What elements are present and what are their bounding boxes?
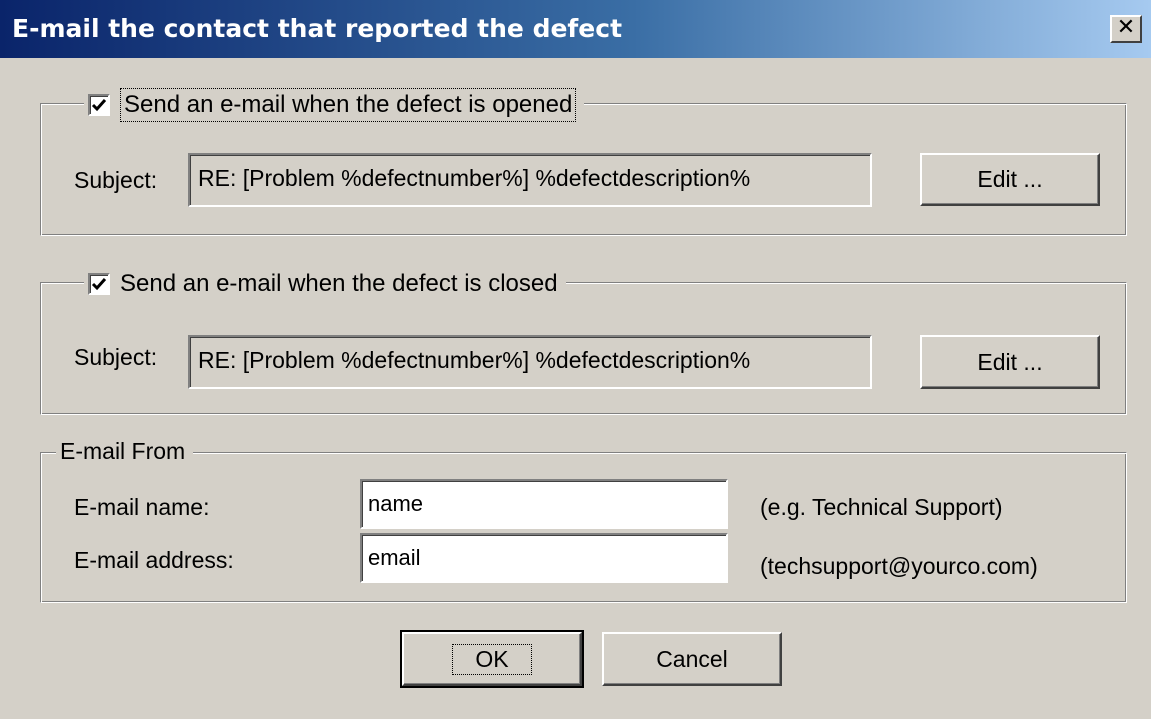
ok-label: OK xyxy=(452,643,532,675)
closed-checkbox-row[interactable]: Send an e-mail when the defect is closed xyxy=(84,270,566,298)
dialog-window: E-mail the contact that reported the def… xyxy=(0,0,1151,719)
checkmark-icon xyxy=(91,99,107,112)
ok-button[interactable]: OK xyxy=(400,630,584,688)
opened-checkbox-label[interactable]: Send an e-mail when the defect is opened xyxy=(120,88,577,122)
closed-checkbox-label[interactable]: Send an e-mail when the defect is closed xyxy=(120,270,558,298)
email-address-input[interactable] xyxy=(360,533,728,583)
email-name-hint: (e.g. Technical Support) xyxy=(760,494,1003,520)
closed-edit-button[interactable]: Edit ... xyxy=(920,335,1100,389)
email-from-legend: E-mail From xyxy=(56,438,194,465)
close-button[interactable]: ✕ xyxy=(1110,15,1142,43)
close-icon: ✕ xyxy=(1116,15,1136,40)
opened-subject-field: RE: [Problem %defectnumber%] %defectdesc… xyxy=(188,153,872,207)
email-name-label: E-mail name: xyxy=(74,494,210,520)
cancel-button[interactable]: Cancel xyxy=(602,632,782,686)
opened-checkbox-row[interactable]: Send an e-mail when the defect is opened xyxy=(84,88,585,122)
opened-edit-label: Edit ... xyxy=(977,166,1043,192)
closed-subject-label: Subject: xyxy=(74,344,158,370)
closed-edit-label: Edit ... xyxy=(977,348,1043,375)
email-address-hint: (techsupport@yourco.com) xyxy=(760,553,1038,579)
opened-subject-label: Subject: xyxy=(74,167,158,193)
opened-checkbox[interactable] xyxy=(88,94,110,116)
email-name-input[interactable] xyxy=(360,479,728,529)
window-title: E-mail the contact that reported the def… xyxy=(12,14,623,43)
opened-edit-button[interactable]: Edit ... xyxy=(920,153,1100,206)
email-from-label: E-mail From xyxy=(60,438,186,464)
cancel-label: Cancel xyxy=(656,645,728,672)
closed-checkbox[interactable] xyxy=(88,273,110,295)
closed-subject-field: RE: [Problem %defectnumber%] %defectdesc… xyxy=(188,335,872,389)
email-address-label: E-mail address: xyxy=(74,547,234,573)
title-bar[interactable]: E-mail the contact that reported the def… xyxy=(0,0,1151,58)
checkmark-icon xyxy=(91,278,107,291)
